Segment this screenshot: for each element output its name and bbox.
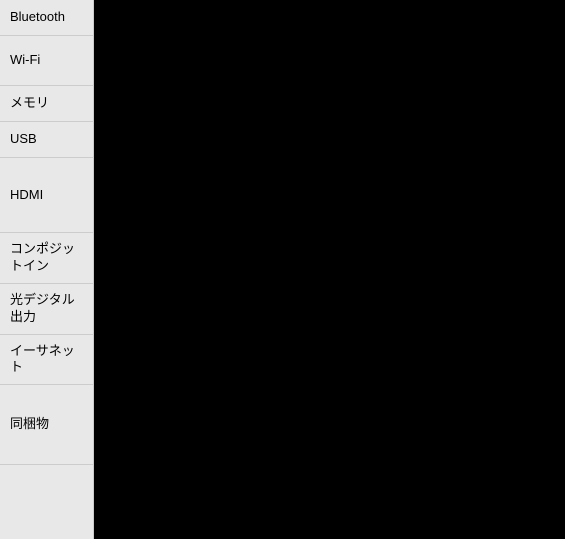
sidebar-item-ethernet[interactable]: イーサネット <box>0 335 93 386</box>
sidebar-item-label: Bluetooth <box>10 9 65 26</box>
sidebar-item-label: 同梱物 <box>10 416 49 433</box>
sidebar-item-label: HDMI <box>10 187 43 204</box>
sidebar-item-wifi[interactable]: Wi-Fi <box>0 36 93 86</box>
sidebar-item-memory[interactable]: メモリ <box>0 86 93 122</box>
sidebar-item-accessories[interactable]: 同梱物 <box>0 385 93 465</box>
sidebar-item-optical-out[interactable]: 光デジタル出力 <box>0 284 93 335</box>
sidebar-item-hdmi[interactable]: HDMI <box>0 158 93 233</box>
sidebar-item-label: メモリ <box>10 95 49 112</box>
sidebar-item-label: USB <box>10 131 37 148</box>
sidebar-item-label: Wi-Fi <box>10 52 40 69</box>
sidebar: Bluetooth Wi-Fi メモリ USB HDMI コンポジットイン 光デ… <box>0 0 94 539</box>
sidebar-item-composite-in[interactable]: コンポジットイン <box>0 233 93 284</box>
sidebar-item-usb[interactable]: USB <box>0 122 93 158</box>
sidebar-item-label: イーサネット <box>10 343 83 377</box>
sidebar-item-label: コンポジットイン <box>10 241 83 275</box>
sidebar-item-label: 光デジタル出力 <box>10 292 83 326</box>
sidebar-item-bluetooth[interactable]: Bluetooth <box>0 0 93 36</box>
